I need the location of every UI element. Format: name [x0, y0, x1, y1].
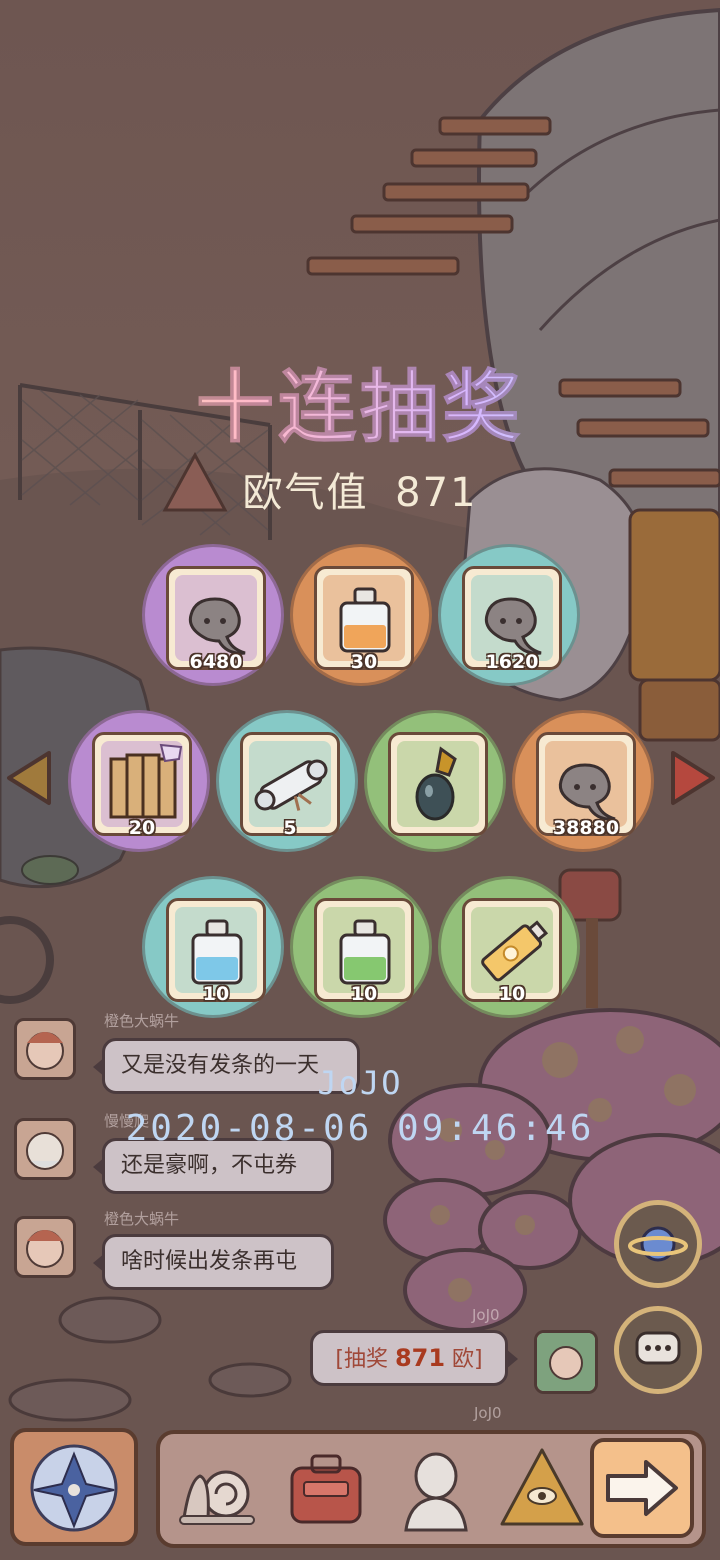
reward-item[interactable]: 20	[68, 710, 210, 852]
my-message-suffix: 欧]	[445, 1347, 483, 1372]
my-message-value: 871	[394, 1344, 446, 1372]
reward-quantity: 38880	[552, 817, 620, 839]
result-timestamp: 2020-08-06 09:46:46	[125, 1108, 595, 1149]
reward-item[interactable]: 10	[438, 876, 580, 1018]
luck-value-row: 欧气值 871	[0, 460, 720, 518]
snail-button[interactable]	[170, 1440, 262, 1536]
snail-icon	[179, 1470, 255, 1525]
reward-item[interactable]	[364, 710, 506, 852]
reward-item[interactable]: 38880	[512, 710, 654, 852]
reward-quantity: 1620	[485, 651, 539, 673]
reward-card	[388, 732, 488, 836]
my-message-footer: JoJ0	[474, 1404, 502, 1422]
backpack-button[interactable]	[280, 1440, 372, 1536]
luck-value: 871	[395, 470, 478, 516]
my-username: JoJ0	[472, 1306, 500, 1324]
reward-quantity: 10	[498, 983, 526, 1005]
chat-button[interactable]	[614, 1306, 702, 1394]
reward-item[interactable]: 1620	[438, 544, 580, 686]
next-button[interactable]	[590, 1438, 694, 1538]
previous-arrow-icon[interactable]	[4, 748, 54, 808]
arrow-right-icon	[606, 1460, 678, 1516]
statue-button[interactable]	[390, 1440, 482, 1536]
reward-quantity: 10	[202, 983, 230, 1005]
reward-quantity: 10	[350, 983, 378, 1005]
badge-icon	[30, 1444, 118, 1532]
reward-item[interactable]: 6480	[142, 544, 284, 686]
backpack-icon	[290, 1454, 362, 1524]
my-chat-bubble: [抽奖 871 欧]	[310, 1330, 518, 1386]
pyramid-button[interactable]	[496, 1440, 588, 1536]
avatar[interactable]	[14, 1216, 76, 1278]
reward-quantity: 20	[128, 817, 156, 839]
reward-quantity: 6480	[189, 651, 243, 673]
planet-button[interactable]	[614, 1200, 702, 1288]
planet-icon	[628, 1226, 688, 1262]
chat-bubble: 啥时候出发条再屯	[93, 1234, 334, 1290]
page-title: 十连抽奖	[0, 345, 720, 457]
luck-label: 欧气值	[242, 470, 369, 516]
reward-item[interactable]: 5	[216, 710, 358, 852]
chat-username: 橙色大蜗牛	[104, 1012, 180, 1030]
pendant-icon	[415, 746, 457, 821]
next-arrow-icon[interactable]	[668, 748, 718, 808]
chat-username: 橙色大蜗牛	[104, 1210, 180, 1228]
reward-item[interactable]: 10	[290, 876, 432, 1018]
reward-quantity: 30	[350, 651, 378, 673]
mission-button[interactable]	[10, 1428, 138, 1546]
my-message-prefix: [抽奖	[335, 1347, 395, 1372]
my-avatar[interactable]	[534, 1330, 598, 1394]
chat-icon	[635, 1331, 681, 1365]
result-username: JoJO	[317, 1064, 403, 1102]
statue-icon	[404, 1452, 468, 1532]
reward-item[interactable]: 30	[290, 544, 432, 686]
pyramid-eye-icon	[500, 1448, 584, 1526]
reward-item[interactable]: 10	[142, 876, 284, 1018]
reward-quantity: 5	[283, 817, 297, 839]
